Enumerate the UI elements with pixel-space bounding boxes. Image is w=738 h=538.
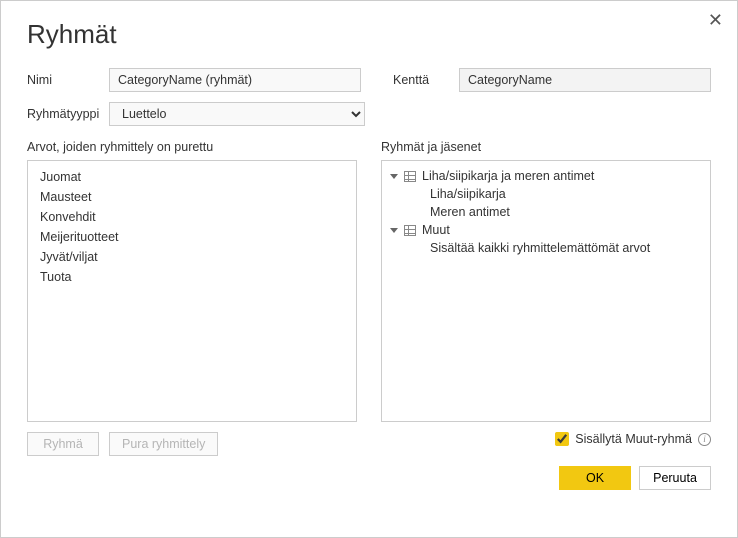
dialog-footer: OK Peruuta <box>27 466 711 490</box>
cancel-button[interactable]: Peruuta <box>639 466 711 490</box>
field-label: Kenttä <box>393 73 449 87</box>
list-item[interactable]: Juomat <box>28 167 356 187</box>
field-input[interactable] <box>459 68 711 92</box>
name-label: Nimi <box>27 73 99 87</box>
member-label: Meren antimet <box>430 205 510 219</box>
group-label: Muut <box>422 223 450 237</box>
ungrouped-title: Arvot, joiden ryhmittely on purettu <box>27 140 357 154</box>
group-actions: Ryhmä Pura ryhmittely <box>27 432 357 456</box>
table-icon <box>404 171 416 182</box>
list-item[interactable]: Tuota <box>28 267 356 287</box>
name-input[interactable] <box>109 68 361 92</box>
groups-title: Ryhmät ja jäsenet <box>381 140 711 154</box>
close-icon[interactable]: ✕ <box>708 11 723 29</box>
group-label: Liha/siipikarja ja meren antimet <box>422 169 594 183</box>
include-other-label: Sisällytä Muut-ryhmä <box>575 432 692 446</box>
group-type-select[interactable]: Luettelo <box>109 102 365 126</box>
list-item[interactable]: Jyvät/viljat <box>28 247 356 267</box>
dialog-title: Ryhmät <box>27 19 711 50</box>
chevron-down-icon[interactable] <box>390 174 398 179</box>
chevron-down-icon[interactable] <box>390 228 398 233</box>
form-row-type: Ryhmätyyppi Luettelo <box>27 102 711 126</box>
include-other-checkbox[interactable] <box>555 432 569 446</box>
member-label: Liha/siipikarja <box>430 187 506 201</box>
table-icon <box>404 225 416 236</box>
member-label: Sisältää kaikki ryhmittelemättömät arvot <box>430 241 650 255</box>
type-label: Ryhmätyyppi <box>27 107 99 121</box>
form-row-name: Nimi Kenttä <box>27 68 711 92</box>
list-item[interactable]: Konvehdit <box>28 207 356 227</box>
ungrouped-column: Arvot, joiden ryhmittely on purettu Juom… <box>27 140 357 456</box>
group-button[interactable]: Ryhmä <box>27 432 99 456</box>
ok-button[interactable]: OK <box>559 466 631 490</box>
tree-group[interactable]: Liha/siipikarja ja meren antimet <box>382 167 710 185</box>
list-item[interactable]: Mausteet <box>28 187 356 207</box>
include-other-row: Sisällytä Muut-ryhmä i <box>381 432 711 446</box>
tree-group[interactable]: Muut <box>382 221 710 239</box>
columns: Arvot, joiden ryhmittely on purettu Juom… <box>27 140 711 456</box>
tree-member[interactable]: Sisältää kaikki ryhmittelemättömät arvot <box>382 239 710 257</box>
list-item[interactable]: Meijerituotteet <box>28 227 356 247</box>
groups-dialog: ✕ Ryhmät Nimi Kenttä Ryhmätyyppi Luettel… <box>1 1 737 508</box>
info-icon[interactable]: i <box>698 433 711 446</box>
ungroup-button[interactable]: Pura ryhmittely <box>109 432 218 456</box>
ungrouped-list[interactable]: Juomat Mausteet Konvehdit Meijerituottee… <box>27 160 357 422</box>
tree-member[interactable]: Meren antimet <box>382 203 710 221</box>
groups-tree[interactable]: Liha/siipikarja ja meren antimet Liha/si… <box>381 160 711 422</box>
groups-column: Ryhmät ja jäsenet Liha/siipikarja ja mer… <box>381 140 711 456</box>
tree-member[interactable]: Liha/siipikarja <box>382 185 710 203</box>
